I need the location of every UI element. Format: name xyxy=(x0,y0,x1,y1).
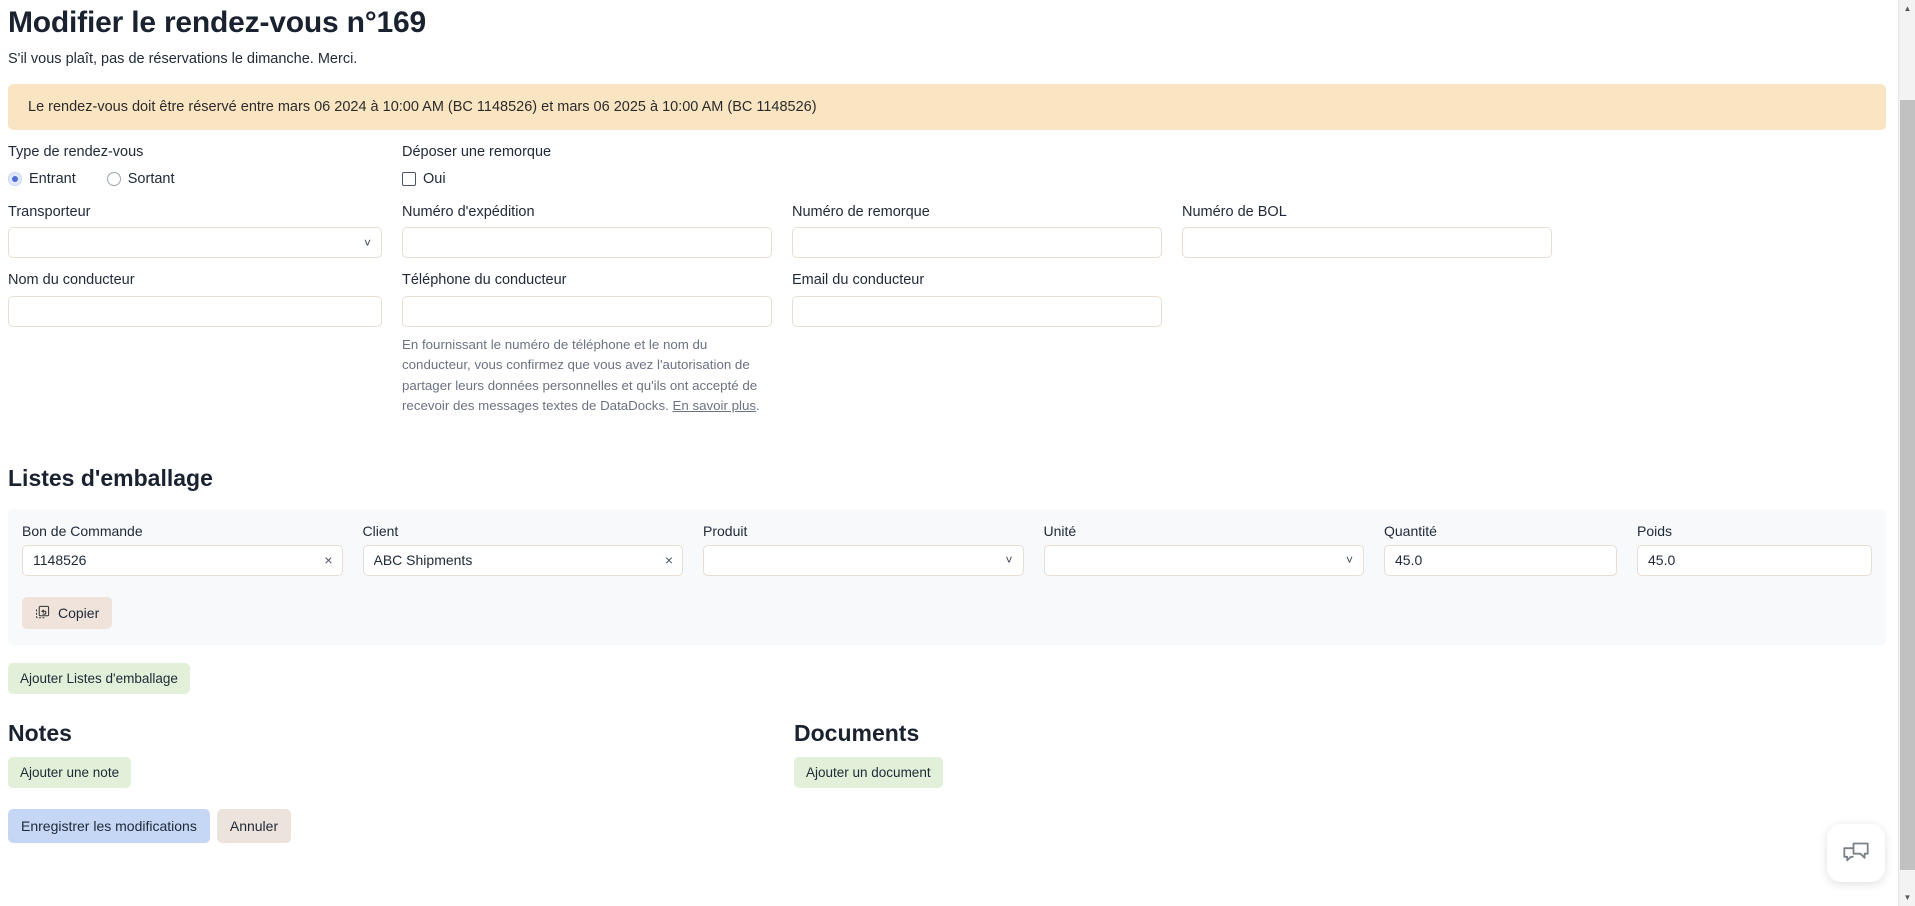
form-actions: Enregistrer les modifications Annuler xyxy=(0,788,1897,844)
weight-label: Poids xyxy=(1637,522,1673,539)
copy-button-label: Copier xyxy=(58,604,100,621)
shipment-number-group: Numéro d'expédition xyxy=(402,203,792,259)
drop-trailer-label: Déposer une remorque xyxy=(402,144,552,161)
unit-label: Unité xyxy=(1043,522,1077,539)
shipment-number-label: Numéro d'expédition xyxy=(402,203,535,220)
driver-email-input[interactable] xyxy=(792,295,1162,327)
driver-email-label: Email du conducteur xyxy=(792,272,925,289)
driver-name-label: Nom du conducteur xyxy=(8,272,135,289)
drop-trailer-option: Oui xyxy=(402,168,772,190)
add-document-button[interactable]: Ajouter un document xyxy=(794,757,943,789)
trailer-number-group: Numéro de remorque xyxy=(792,203,1182,259)
chat-bubbles-icon xyxy=(1841,839,1871,867)
packing-lists-section: Listes d'emballage Bon de Commande × Cli… xyxy=(0,430,1897,694)
appointment-type-label: Type de rendez-vous xyxy=(8,144,144,161)
page-title: Modifier le rendez-vous n°169 xyxy=(8,6,426,39)
driver-details-row: Nom du conducteur Téléphone du conducteu… xyxy=(8,272,1889,430)
notes-title: Notes xyxy=(8,719,72,746)
page-subtitle: S'il vous plaît, pas de réservations le … xyxy=(8,50,358,67)
unit-field: ˅ xyxy=(1043,544,1364,576)
driver-consent-period: . xyxy=(756,398,760,414)
driver-phone-label: Téléphone du conducteur xyxy=(402,272,567,289)
radio-sortant[interactable] xyxy=(106,171,121,186)
product-field: ˅ xyxy=(703,544,1024,576)
purchase-order-label: Bon de Commande xyxy=(22,522,143,539)
checkbox-drop-trailer-label: Oui xyxy=(423,170,446,187)
add-packing-list-wrap: Ajouter Listes d'emballage xyxy=(0,645,1897,694)
page-content: Modifier le rendez-vous n°169 S'il vous … xyxy=(0,0,1897,844)
packing-lists-title: Listes d'emballage xyxy=(8,465,213,492)
quantity-group: Quantité xyxy=(1384,523,1617,576)
carrier-select[interactable] xyxy=(8,227,382,259)
booking-window-alert: Le rendez-vous doit être réservé entre m… xyxy=(8,83,1886,131)
scrollbar-thumb[interactable] xyxy=(1900,100,1915,870)
driver-phone-group: Téléphone du conducteur En fournissant l… xyxy=(402,272,792,430)
vertical-scrollbar[interactable]: ▲ ▼ xyxy=(1898,0,1915,906)
product-select[interactable] xyxy=(703,544,1024,576)
scroll-up-icon[interactable]: ▲ xyxy=(1899,0,1915,17)
appointment-form: Type de rendez-vous Entrant Sortant Dépo… xyxy=(0,144,1897,430)
driver-name-group: Nom du conducteur xyxy=(8,272,402,430)
appointment-type-group: Type de rendez-vous Entrant Sortant xyxy=(8,144,402,189)
type-and-trailer-row: Type de rendez-vous Entrant Sortant Dépo… xyxy=(8,144,1889,189)
customer-field: × xyxy=(362,544,683,576)
checkbox-drop-trailer[interactable] xyxy=(402,171,416,186)
documents-section: Documents Ajouter un document xyxy=(794,720,1897,789)
packing-list-panel: Bon de Commande × Client × xyxy=(8,508,1886,645)
appointment-type-options: Entrant Sortant xyxy=(8,168,382,190)
quantity-label: Quantité xyxy=(1384,522,1437,539)
driver-email-group: Email du conducteur xyxy=(792,272,1182,430)
save-button[interactable]: Enregistrer les modifications xyxy=(8,809,210,844)
radio-sortant-label: Sortant xyxy=(127,170,175,187)
customer-label: Client xyxy=(362,522,399,539)
customer-group: Client × xyxy=(362,522,683,576)
notes-section: Notes Ajouter une note xyxy=(8,720,794,789)
shipment-details-row: Transporteur ˅ Numéro d'expédition Numér… xyxy=(8,203,1889,259)
bol-number-input[interactable] xyxy=(1182,227,1552,259)
quantity-input[interactable] xyxy=(1384,544,1617,576)
close-icon[interactable]: × xyxy=(324,553,332,567)
add-packing-list-button[interactable]: Ajouter Listes d'emballage xyxy=(8,662,190,694)
radio-entrant-label: Entrant xyxy=(29,170,76,187)
documents-title: Documents xyxy=(794,719,920,746)
driver-name-input[interactable] xyxy=(8,295,382,327)
bol-number-label: Numéro de BOL xyxy=(1182,203,1287,220)
driver-consent-text: En fournissant le numéro de téléphone et… xyxy=(402,335,770,417)
weight-input[interactable] xyxy=(1637,544,1872,576)
driver-phone-input[interactable] xyxy=(402,295,772,327)
radio-entrant[interactable] xyxy=(8,171,22,186)
shipment-number-input[interactable] xyxy=(402,227,772,259)
customer-input[interactable] xyxy=(362,544,683,576)
weight-group: Poids xyxy=(1637,523,1872,576)
drop-trailer-group: Déposer une remorque Oui xyxy=(402,144,792,189)
trailer-number-label: Numéro de remorque xyxy=(792,203,930,220)
chat-widget-button[interactable] xyxy=(1827,824,1885,882)
carrier-group: Transporteur ˅ xyxy=(8,203,402,259)
notes-documents-sections: Notes Ajouter une note Documents Ajouter… xyxy=(0,694,1897,789)
purchase-order-group: Bon de Commande × xyxy=(22,523,343,576)
learn-more-link[interactable]: En savoir plus xyxy=(673,398,757,413)
carrier-select-wrap: ˅ xyxy=(8,227,382,259)
scroll-down-icon[interactable]: ▼ xyxy=(1899,889,1915,906)
packing-list-row: Bon de Commande × Client × xyxy=(22,523,1872,576)
purchase-order-input[interactable] xyxy=(22,544,343,576)
trailer-number-input[interactable] xyxy=(792,227,1162,259)
close-icon[interactable]: × xyxy=(665,553,673,567)
driver-row-spacer xyxy=(1182,272,1572,430)
carrier-label: Transporteur xyxy=(8,203,91,220)
appointment-edit-page: Modifier le rendez-vous n°169 S'il vous … xyxy=(0,0,1915,906)
purchase-order-field: × xyxy=(22,544,343,576)
copy-icon xyxy=(35,605,50,620)
add-note-button[interactable]: Ajouter une note xyxy=(8,757,132,789)
unit-group: Unité ˅ xyxy=(1043,522,1364,576)
product-group: Produit ˅ xyxy=(703,523,1024,576)
copy-button[interactable]: Copier xyxy=(22,596,113,629)
unit-select[interactable] xyxy=(1043,544,1364,576)
cancel-button[interactable]: Annuler xyxy=(216,809,292,844)
product-label: Produit xyxy=(703,522,748,539)
bol-number-group: Numéro de BOL xyxy=(1182,203,1572,259)
